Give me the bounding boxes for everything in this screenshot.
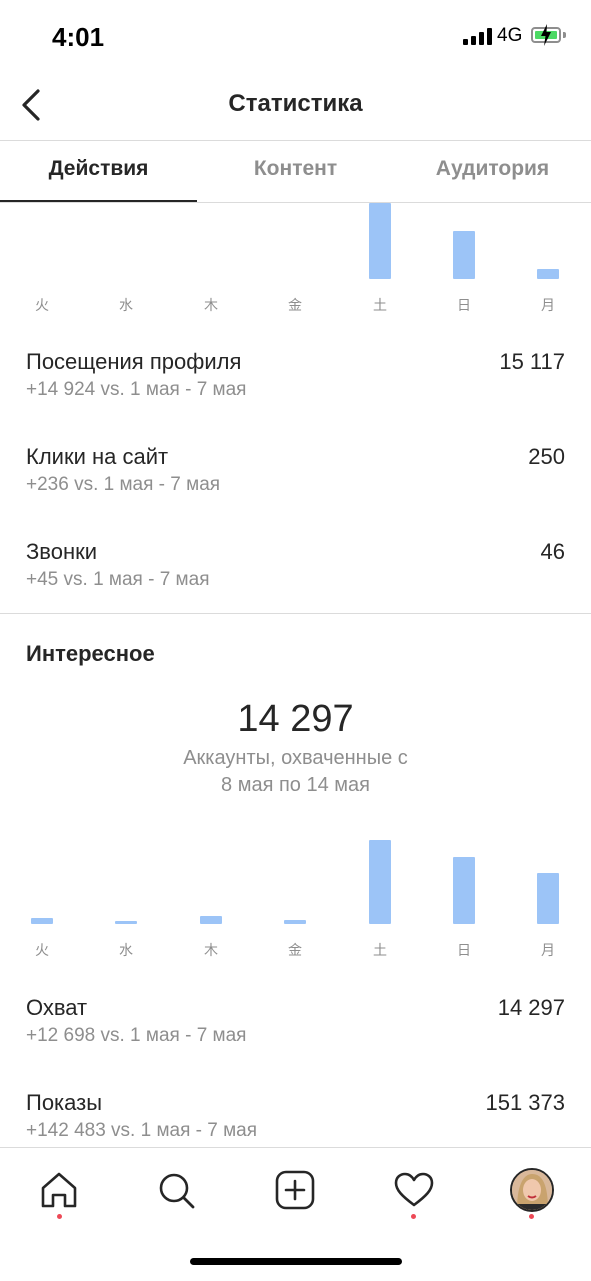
accounts-reached-caption: Аккаунты, охваченные с 8 мая по 14 мая <box>150 745 441 799</box>
active-tab-indicator <box>0 200 197 202</box>
metric-comparison: +142 483 vs. 1 мая - 7 мая <box>26 1120 258 1141</box>
chart-bar-6 <box>537 873 559 924</box>
page-title: Статистика <box>228 90 363 117</box>
section-title-interesting: Интересное <box>26 641 155 666</box>
metric-label: Посещения профиля <box>26 349 242 374</box>
metric-value: 46 <box>540 539 565 564</box>
notification-dot <box>57 1214 62 1219</box>
section-divider <box>0 613 591 614</box>
metric-row-calls[interactable]: Звонки 46 +45 vs. 1 мая - 7 мая <box>26 539 565 609</box>
heart-icon[interactable] <box>392 1168 436 1212</box>
activity-chart: 火水木金土日月 <box>0 203 591 318</box>
chart-bar-5 <box>453 231 475 279</box>
new-post-icon[interactable] <box>273 1168 317 1212</box>
home-icon[interactable] <box>37 1168 81 1212</box>
tab-bar-top: Действия Контент Аудитория <box>0 140 591 203</box>
chart-day-label: 土 <box>373 297 387 313</box>
navigation-header: Статистика <box>0 70 591 141</box>
metric-row-website-clicks[interactable]: Клики на сайт 250 +236 vs. 1 мая - 7 мая <box>26 444 565 514</box>
chart-day-label: 金 <box>288 297 302 313</box>
search-icon[interactable] <box>154 1168 198 1212</box>
accounts-reached-number: 14 297 <box>237 698 354 740</box>
chart-day-label: 水 <box>119 942 133 958</box>
caption-line: Аккаунты, охваченные с <box>183 747 408 769</box>
status-bar: 4:01 4G <box>0 0 591 70</box>
metric-comparison: +236 vs. 1 мая - 7 мая <box>26 474 221 495</box>
metric-label: Клики на сайт <box>26 444 169 469</box>
chart-day-label: 水 <box>119 297 133 313</box>
metric-value: 14 297 <box>497 995 565 1020</box>
metric-row-profile-visits[interactable]: Посещения профиля 15 117 +14 924 vs. 1 м… <box>26 349 565 419</box>
chart-day-label: 月 <box>541 297 555 313</box>
chart-bar-1 <box>115 921 137 924</box>
tab-actions[interactable]: Действия <box>0 140 197 202</box>
chart-day-label: 日 <box>457 297 471 313</box>
chart-bar-4 <box>369 840 391 924</box>
chart-day-label: 金 <box>288 942 302 958</box>
charging-bolt-icon <box>541 24 551 46</box>
notification-dot <box>411 1214 416 1219</box>
chart-bar-4 <box>369 203 391 279</box>
network-type: 4G <box>497 25 523 46</box>
home-indicator <box>190 1258 402 1265</box>
signal-icon <box>463 28 493 45</box>
metric-label: Звонки <box>26 539 98 564</box>
metric-comparison: +12 698 vs. 1 мая - 7 мая <box>26 1025 247 1046</box>
reach-chart: 火水木金土日月 <box>0 838 591 958</box>
chart-bar-5 <box>453 857 475 924</box>
tab-audience[interactable]: Аудитория <box>394 140 591 202</box>
avatar-image <box>512 1170 552 1210</box>
caption-line: 8 мая по 14 мая <box>221 774 370 796</box>
metric-value: 15 117 <box>499 349 565 374</box>
metric-value: 151 373 <box>485 1090 565 1115</box>
metric-label: Показы <box>26 1090 103 1115</box>
chart-bar-6 <box>537 269 559 279</box>
chart-day-label: 木 <box>204 942 218 958</box>
status-time: 4:01 <box>52 22 105 52</box>
chart-day-label: 火 <box>35 942 49 958</box>
chart-day-label: 木 <box>204 297 218 313</box>
tab-content[interactable]: Контент <box>197 140 394 202</box>
metric-label: Охват <box>26 995 88 1020</box>
chart-day-label: 月 <box>541 942 555 958</box>
chart-bar-2 <box>200 916 222 924</box>
chart-bar-3 <box>284 920 306 924</box>
profile-avatar[interactable] <box>510 1168 554 1212</box>
metric-value: 250 <box>528 444 565 469</box>
chart-day-label: 日 <box>457 942 471 958</box>
metric-comparison: +45 vs. 1 мая - 7 мая <box>26 569 210 590</box>
chart-bar-0 <box>31 918 53 924</box>
chart-day-label: 火 <box>35 297 49 313</box>
chart-day-label: 土 <box>373 942 387 958</box>
metric-row-reach[interactable]: Охват 14 297 +12 698 vs. 1 мая - 7 мая <box>26 995 565 1065</box>
notification-dot <box>529 1214 534 1219</box>
metric-comparison: +14 924 vs. 1 мая - 7 мая <box>26 379 247 400</box>
